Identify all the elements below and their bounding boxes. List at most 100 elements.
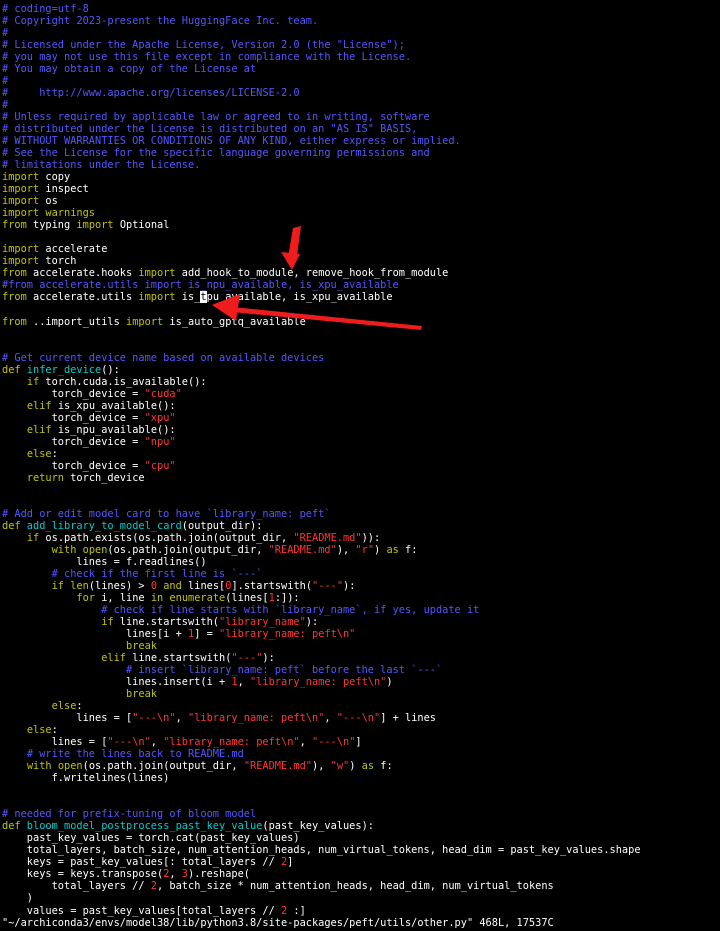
code-token: Optional <box>113 219 170 232</box>
comment-token: #from accelerate.utils import is_npu_ava… <box>2 279 399 292</box>
code-line: torch_device = "npu" <box>2 436 176 448</box>
status-line: "~/archiconda3/envs/model38/lib/python3.… <box>2 917 554 929</box>
string-token: "cpu" <box>144 459 176 472</box>
comment-token: # limitations under the License. <box>2 159 201 172</box>
string-token: "library_name" <box>219 616 306 629</box>
code-token: :]): <box>274 591 300 604</box>
code-token: torch_device = <box>2 411 145 424</box>
string-token: "xpu" <box>144 411 176 424</box>
code-token: : <box>51 447 58 460</box>
code-token: f.writelines(lines) <box>2 772 170 785</box>
code-token: accelerate.utils <box>26 291 139 304</box>
code-token: ] <box>355 736 362 749</box>
code-line: lines = f.readlines() <box>2 556 206 568</box>
code-token: torch_device = <box>2 435 145 448</box>
string-token: "---\n" <box>132 712 176 725</box>
comment-token: # Unless required by applicable law or a… <box>2 111 430 124</box>
comment-token: # Add or edit model card to have `librar… <box>2 507 331 520</box>
code-line: if torch.cuda.is_available(): <box>2 376 207 388</box>
code-line: # write the lines back to README.md <box>2 748 244 760</box>
string-token: "library_name: peft\n" <box>249 676 387 689</box>
code-line: # coding=utf-8 <box>2 3 89 15</box>
code-token: keys = past_key_values[: total_layers // <box>2 856 281 869</box>
code-token: lines[ <box>181 579 226 592</box>
string-token: "w" <box>330 760 350 773</box>
code-line: # See the License for the specific langu… <box>2 147 430 159</box>
code-line: # needed for prefix-tuning of bloom mode… <box>2 808 256 820</box>
code-line: with open(os.path.join(output_dir, "READ… <box>2 543 418 556</box>
keyword-token: if <box>51 579 65 592</box>
code-token: ] = <box>194 628 219 641</box>
comment-token: # You may obtain a copy of the License a… <box>2 63 257 76</box>
code-line: break <box>2 688 157 700</box>
code-token: (lines[ <box>225 591 269 604</box>
code-token: torch <box>39 255 77 268</box>
code-token: ): <box>305 616 319 629</box>
keyword-token: elif <box>26 399 52 412</box>
code-token: i, line <box>95 591 151 604</box>
code-token: add_hook_to_module, remove_hook_from_mod… <box>175 267 449 280</box>
code-line: # limitations under the License. <box>2 159 200 171</box>
code-line: import warnings <box>2 207 95 219</box>
code-line: from typing import Optional <box>2 219 169 231</box>
code-token: is_xpu_available(): <box>51 399 176 412</box>
code-token: ) <box>349 760 362 773</box>
code-line: # Licensed under the Apache License, Ver… <box>2 39 405 51</box>
code-token: is_npu_available(): <box>51 423 176 436</box>
code-editor[interactable]: # coding=utf-8 # Copyright 2023-present t… <box>0 0 720 931</box>
code-token: , <box>150 736 164 749</box>
string-token: "README.md" <box>293 531 362 544</box>
comment-token: # Licensed under the Apache License, Ver… <box>2 39 405 52</box>
code-token: (): <box>101 363 120 376</box>
keyword-token: import <box>2 171 40 184</box>
code-line: # <box>2 27 8 39</box>
code-token: , <box>169 868 182 881</box>
code-line: torch_device = "xpu" <box>2 412 176 424</box>
keyword-token: else <box>26 724 52 737</box>
code-token: lines = [ <box>2 736 108 749</box>
string-token: "library_name: peft\n" <box>219 628 356 641</box>
code-token: (past_key_values): <box>262 820 374 833</box>
keyword-token: from <box>2 267 27 280</box>
code-line: f.writelines(lines) <box>2 772 170 785</box>
code-line: past_key_values = torch.cat(past_key_val… <box>2 832 300 844</box>
keyword-token: import <box>2 207 40 220</box>
code-line: lines[i + 1] = "library_name: peft\n" <box>2 628 355 640</box>
code-token: ..import_utils <box>26 315 127 328</box>
code-token: : <box>374 531 381 544</box>
code-line: break <box>2 640 157 652</box>
code-line: # Add or edit model card to have `librar… <box>2 508 331 520</box>
code-token: ) <box>374 543 387 556</box>
code-line: # insert `library_name: peft` before the… <box>2 664 442 676</box>
comment-token: # check if line starts with `library_nam… <box>101 604 480 616</box>
keyword-token: def <box>2 820 21 833</box>
keyword-token: if <box>26 531 40 544</box>
comment-token: # check if the first line is `---` <box>51 567 263 580</box>
keyword-token: enumerate <box>163 591 226 604</box>
code-line: import inspect <box>2 183 89 195</box>
code-token: , <box>175 712 188 725</box>
code-line: from accelerate.hooks import add_hook_to… <box>2 267 448 279</box>
code-token: line.startswith( <box>126 652 232 665</box>
string-token: "library_name: peft\n" <box>163 736 300 749</box>
function-name-token: infer_device <box>20 363 102 376</box>
keyword-token: import <box>2 195 40 208</box>
code-token: )) <box>361 531 374 544</box>
code-line: #from accelerate.utils import is_npu_ava… <box>2 279 399 291</box>
code-token: total_layers, batch_size, num_attention_… <box>2 844 641 857</box>
code-line: def add_library_to_model_card(output_dir… <box>2 520 262 532</box>
code-token: , <box>299 736 312 749</box>
keyword-token: import <box>138 267 176 280</box>
code-token: (lines) > <box>88 579 151 592</box>
code-token: (output_dir): <box>181 519 263 532</box>
string-token: "README.md" <box>268 543 337 556</box>
function-name-token: add_library_to_model_card <box>20 519 182 532</box>
